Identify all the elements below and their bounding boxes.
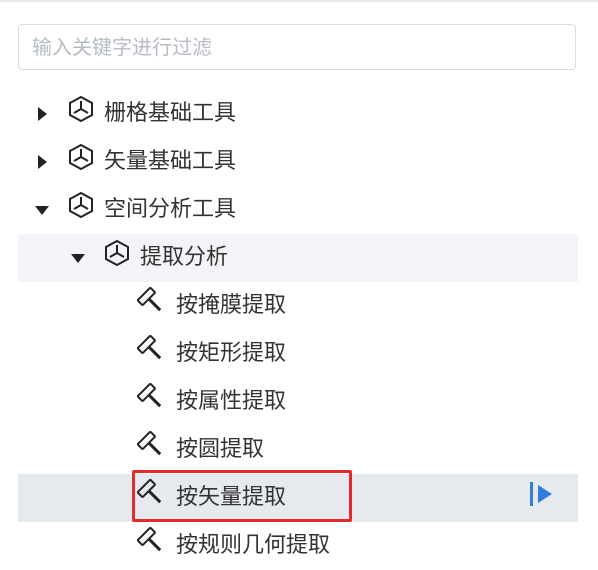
tree-node-extraction-analysis[interactable]: 提取分析 bbox=[18, 234, 578, 282]
hexagon-cube-icon bbox=[66, 142, 96, 172]
hexagon-cube-icon bbox=[66, 94, 96, 124]
hammer-icon bbox=[136, 334, 166, 364]
tree-node-label: 空间分析工具 bbox=[104, 197, 237, 222]
tree-node-vector-basic-tools[interactable]: 矢量基础工具 bbox=[18, 138, 578, 186]
tree-node-extract-by-mask[interactable]: 按掩膜提取 bbox=[18, 282, 578, 330]
caret-right-icon[interactable] bbox=[34, 106, 50, 122]
caret-down-icon[interactable] bbox=[70, 250, 86, 266]
tree-node-label: 按圆提取 bbox=[176, 437, 265, 462]
hexagon-cube-icon bbox=[66, 190, 96, 220]
tree-node-spatial-analysis-tools[interactable]: 空间分析工具 bbox=[18, 186, 578, 234]
caret-right-icon[interactable] bbox=[34, 154, 50, 170]
tree-node-extract-by-rectangle[interactable]: 按矩形提取 bbox=[18, 330, 578, 378]
run-tool-icon[interactable] bbox=[530, 480, 558, 508]
tree-node-label: 按掩膜提取 bbox=[176, 293, 287, 318]
tree-node-label: 按矢量提取 bbox=[176, 485, 287, 510]
caret-down-icon[interactable] bbox=[34, 202, 50, 218]
hammer-icon bbox=[136, 286, 166, 316]
hammer-icon bbox=[136, 430, 166, 460]
tree-node-label: 按规则几何提取 bbox=[176, 533, 331, 558]
hexagon-cube-icon bbox=[102, 238, 132, 268]
filter-search-input[interactable] bbox=[18, 24, 576, 70]
tree-node-extract-by-attribute[interactable]: 按属性提取 bbox=[18, 378, 578, 426]
tree-node-extract-by-circle[interactable]: 按圆提取 bbox=[18, 426, 578, 474]
tree-node-extract-by-regular-geometry[interactable]: 按规则几何提取 bbox=[18, 522, 578, 570]
hammer-icon bbox=[136, 526, 166, 556]
tree-node-label: 矢量基础工具 bbox=[104, 149, 237, 174]
tree-node-label: 按矩形提取 bbox=[176, 341, 287, 366]
hammer-icon bbox=[136, 382, 166, 412]
tree-node-label: 提取分析 bbox=[140, 245, 229, 270]
top-divider bbox=[0, 0, 598, 2]
tree-node-label: 栅格基础工具 bbox=[104, 101, 237, 126]
hammer-icon bbox=[136, 478, 166, 508]
tree-node-label: 按属性提取 bbox=[176, 389, 287, 414]
tree-node-raster-basic-tools[interactable]: 栅格基础工具 bbox=[18, 90, 578, 138]
tree-node-extract-by-vector[interactable]: 按矢量提取 bbox=[18, 474, 578, 522]
